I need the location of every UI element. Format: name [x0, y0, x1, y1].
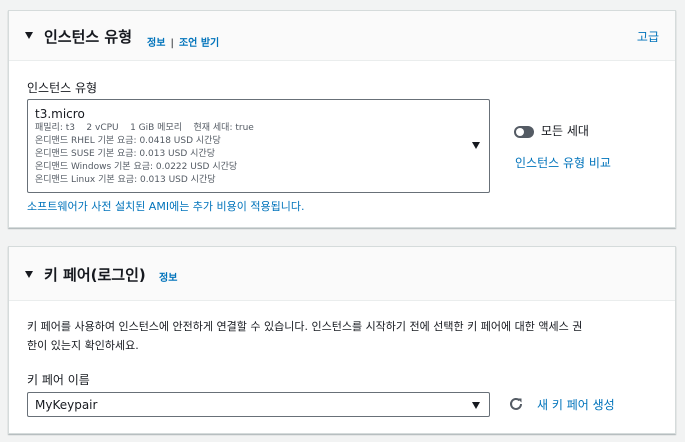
link-separator: | [170, 38, 174, 49]
instance-type-info-link[interactable]: 정보 [147, 38, 165, 49]
all-generations-label: 모든 세대 [541, 124, 589, 138]
key-pair-description-line-2: 한이 있는지 확인하세요. [27, 339, 139, 352]
instance-type-panel-header[interactable]: 인스턴스 유형 정보 | 조언 받기 고급 [9, 11, 675, 61]
ami-cost-note-link[interactable]: 소프트웨어가 사전 설치된 AMI에는 추가 비용이 적용됩니다. [27, 198, 305, 214]
key-pair-title: 키 페어(로그인) [44, 266, 146, 284]
get-advice-link[interactable]: 조언 받기 [179, 38, 219, 49]
collapse-caret-icon[interactable] [25, 271, 33, 278]
instance-type-field-label: 인스턴스 유형 [27, 81, 98, 95]
pricing-rhel: 온디맨드 RHEL 기본 요금: 0.0418 USD 시간당 [35, 136, 221, 146]
instance-type-select[interactable]: t3.micro 패밀리: t3 2 vCPU 1 GiB 메모리 현재 세대:… [27, 99, 490, 193]
instance-specs: 패밀리: t3 2 vCPU 1 GiB 메모리 현재 세대: true [35, 123, 254, 133]
key-pair-info-link[interactable]: 정보 [159, 269, 177, 284]
all-generations-toggle[interactable] [514, 126, 534, 138]
selected-instance-type: t3.micro [35, 107, 85, 121]
toggle-knob [516, 128, 524, 136]
pricing-windows: 온디맨드 Windows 기본 요금: 0.0222 USD 시간당 [35, 162, 238, 172]
compare-instance-types-link[interactable]: 인스턴스 유형 비교 [515, 154, 611, 171]
chevron-down-icon[interactable] [472, 402, 480, 409]
instance-type-title: 인스턴스 유형 [44, 28, 133, 46]
key-pair-select[interactable]: MyKeypair [27, 392, 490, 417]
key-pair-description-line-1: 키 페어를 사용하여 인스턴스에 안전하게 연결할 수 있습니다. 인스턴스를 … [27, 320, 583, 333]
pricing-suse: 온디맨드 SUSE 기본 요금: 0.013 USD 시간당 [35, 149, 215, 159]
key-pair-panel-header[interactable]: 키 페어(로그인) 정보 [9, 247, 675, 301]
advanced-link[interactable]: 고급 [637, 28, 659, 45]
selected-key-pair: MyKeypair [35, 398, 98, 412]
pricing-linux: 온디맨드 Linux 기본 요금: 0.013 USD 시간당 [35, 175, 216, 185]
collapse-caret-icon[interactable] [25, 32, 33, 39]
instance-type-panel: 인스턴스 유형 정보 | 조언 받기 고급 인스턴스 유형 t3.micro 패… [8, 10, 676, 228]
chevron-down-icon[interactable] [472, 142, 480, 149]
refresh-icon[interactable] [508, 396, 524, 412]
key-pair-name-label: 키 페어 이름 [27, 373, 90, 387]
key-pair-panel: 키 페어(로그인) 정보 키 페어를 사용하여 인스턴스에 안전하게 연결할 수… [8, 246, 676, 434]
create-key-pair-link[interactable]: 새 키 페어 생성 [537, 396, 615, 413]
key-pair-description: 키 페어를 사용하여 인스턴스에 안전하게 연결할 수 있습니다. 인스턴스를 … [27, 317, 582, 355]
